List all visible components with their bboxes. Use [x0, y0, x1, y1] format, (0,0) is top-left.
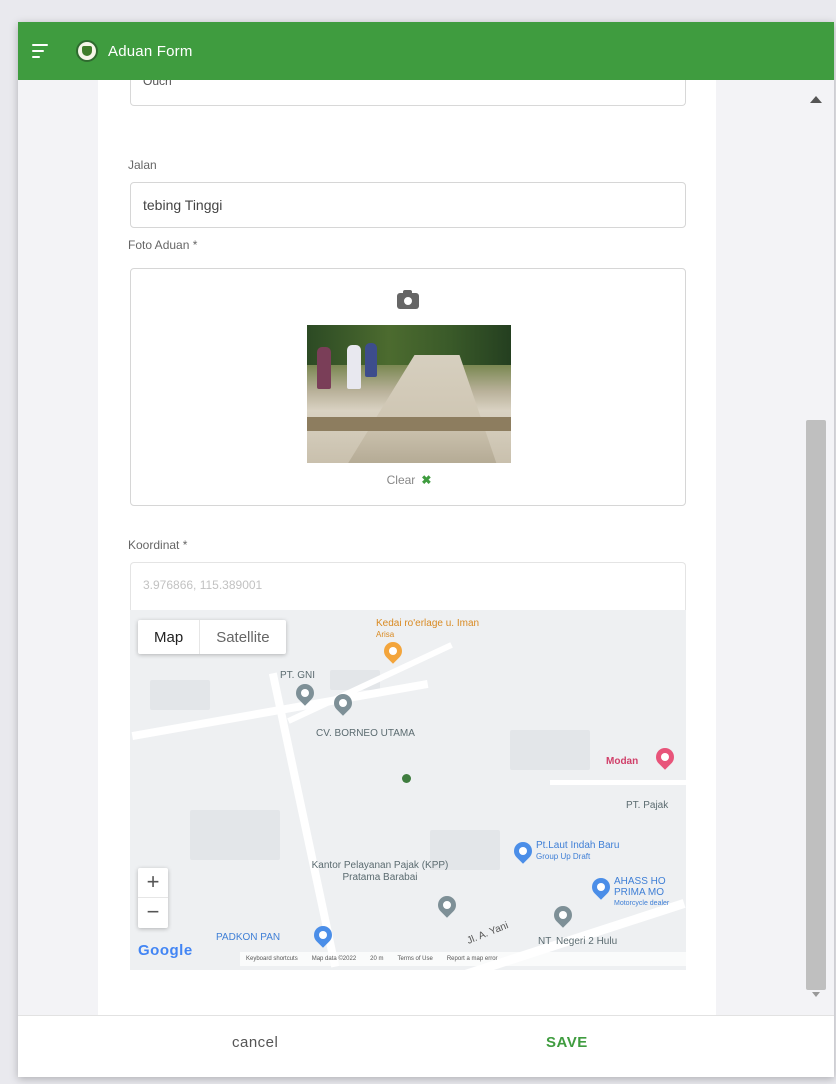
- place-label-ptlaut: Pt.Laut Indah Baru: [536, 840, 620, 851]
- close-icon: ✖: [421, 473, 432, 487]
- place-label-kantor: Kantor Pelayanan Pajak (KPP) Pratama Bar…: [311, 860, 449, 883]
- google-logo: Google: [138, 942, 193, 959]
- map-pin-icon[interactable]: [550, 902, 576, 928]
- place-label-modan: Modan: [606, 756, 639, 767]
- attribution-scale: 20 m: [370, 956, 384, 962]
- location-marker-icon: [402, 774, 411, 783]
- photo-upload-box[interactable]: Clear ✖: [130, 268, 686, 506]
- dialog-footer: cancel SAVE: [18, 1015, 834, 1077]
- clear-photo-button[interactable]: Clear ✖: [131, 473, 687, 487]
- koordinat-input[interactable]: 3.976866, 115.389001: [130, 562, 686, 610]
- scroll-thumb[interactable]: [806, 420, 826, 990]
- save-button[interactable]: SAVE: [546, 1034, 588, 1051]
- menu-icon[interactable]: [32, 44, 54, 58]
- place-label-nt2: Negeri 2 Hulu: [556, 936, 618, 947]
- clear-label: Clear: [386, 473, 416, 487]
- app-title: Aduan Form: [108, 42, 193, 60]
- zoom-out-button[interactable]: −: [138, 898, 168, 928]
- place-label-ptgni: PT. GNI: [280, 670, 316, 681]
- previous-field[interactable]: Ouch: [130, 80, 686, 106]
- map-pin-icon[interactable]: [588, 874, 614, 900]
- place-label-nt: NT: [538, 936, 552, 947]
- road-label-jl-ayani: Jl. A. Yani: [465, 920, 511, 947]
- map-attribution: Keyboard shortcuts Map data ©2022 20 m T…: [240, 952, 686, 966]
- map-view[interactable]: Map Satellite Kedai ro'erlage u. Iman Ar…: [130, 610, 686, 970]
- app-bar: Aduan Form: [18, 22, 834, 80]
- previous-field-value: Ouch: [143, 80, 172, 88]
- attribution-report-error[interactable]: Report a map error: [447, 956, 498, 962]
- map-type-satellite-button[interactable]: Satellite: [199, 620, 285, 654]
- place-label-ahass: AHASS HO PRIMA MO: [614, 876, 666, 898]
- scroll-down-arrow-icon[interactable]: [812, 992, 820, 997]
- place-label-kedai: Kedai ro'erlage u. Iman: [376, 618, 480, 629]
- koordinat-label: Koordinat *: [128, 538, 188, 552]
- foto-aduan-label: Foto Aduan *: [128, 238, 198, 252]
- scroll-up-arrow-icon[interactable]: [810, 96, 822, 103]
- zoom-in-button[interactable]: +: [138, 868, 168, 898]
- attribution-keyboard-shortcuts[interactable]: Keyboard shortcuts: [246, 956, 298, 962]
- jalan-label: Jalan: [128, 158, 157, 172]
- place-label-ptlaut-sub: Group Up Draft: [536, 852, 591, 861]
- cancel-button[interactable]: cancel: [232, 1034, 278, 1051]
- place-label-ptpajak: PT. Pajak: [626, 800, 669, 811]
- map-pin-icon[interactable]: [380, 638, 406, 664]
- map-pin-icon[interactable]: [434, 892, 460, 918]
- map-type-map-button[interactable]: Map: [138, 620, 199, 654]
- place-label-ahass-sub: Motorcycle dealer: [614, 900, 670, 907]
- uploaded-photo: [307, 325, 511, 463]
- logo-icon: [76, 40, 98, 62]
- scrollbar[interactable]: [804, 88, 828, 1000]
- aduan-form-dialog: Aduan Form Ouch Jalan tebing Tinggi Foto…: [18, 22, 834, 1077]
- map-pin-icon[interactable]: [510, 838, 536, 864]
- jalan-input[interactable]: tebing Tinggi: [130, 182, 686, 228]
- map-pin-icon[interactable]: [652, 744, 678, 770]
- camera-icon[interactable]: [397, 290, 419, 309]
- place-label-kedai-sub: Arisa: [376, 630, 395, 639]
- attribution-map-data: Map data ©2022: [311, 956, 357, 962]
- zoom-control: + −: [138, 868, 168, 928]
- place-label-padkon: PADKON PAN: [216, 932, 281, 943]
- map-type-control: Map Satellite: [138, 620, 286, 654]
- place-label-cvborneo: CV. BORNEO UTAMA: [316, 728, 415, 739]
- form-content: Ouch Jalan tebing Tinggi Foto Aduan * Cl…: [98, 80, 716, 1015]
- attribution-terms[interactable]: Terms of Use: [398, 956, 433, 962]
